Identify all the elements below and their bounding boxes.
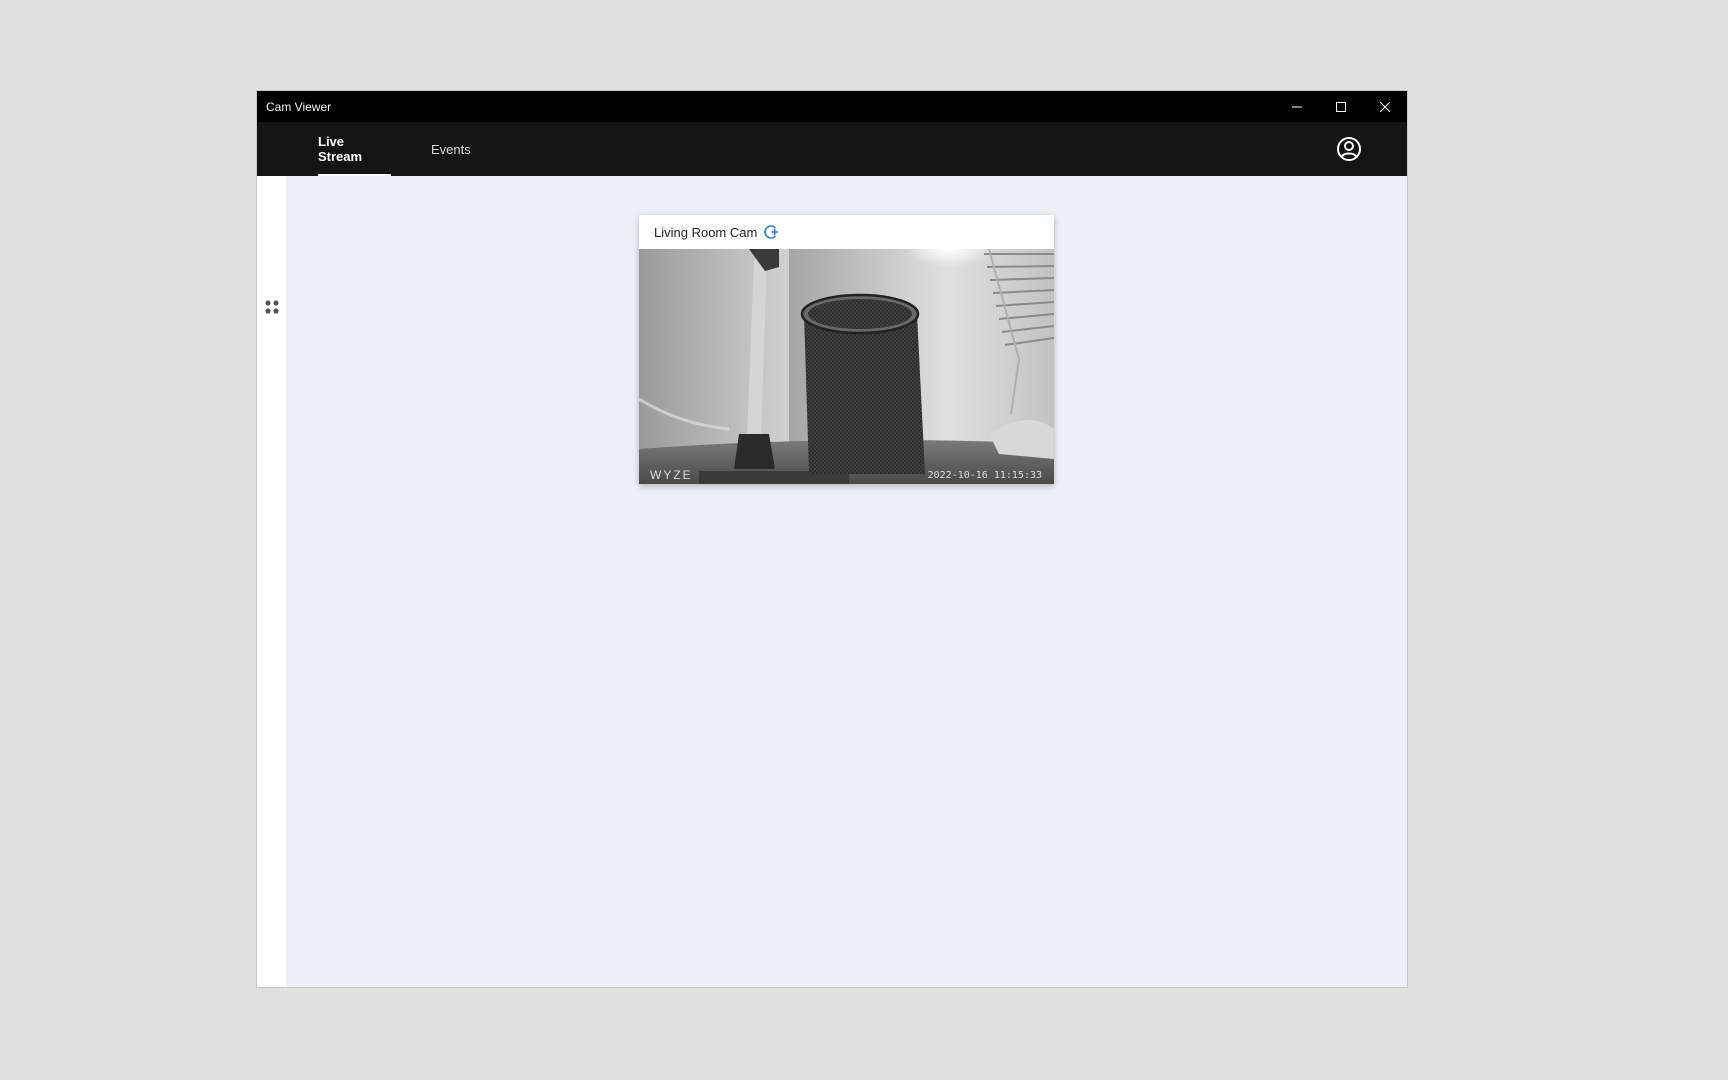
maximize-button[interactable] (1319, 91, 1363, 122)
camera-watermark: WYZE (650, 468, 693, 482)
close-icon (1380, 101, 1390, 112)
minimize-icon (1292, 106, 1302, 107)
camera-feed-image (639, 249, 1054, 484)
grid-dots-icon (265, 300, 279, 314)
camera-card-header: Living Room Cam (639, 215, 1054, 249)
window-title: Cam Viewer (266, 99, 332, 114)
title-bar[interactable]: Cam Viewer (257, 91, 1407, 122)
camera-card[interactable]: Living Room Cam WYZE 2022-10-16 11:15:33 (639, 215, 1054, 484)
tab-live-stream[interactable]: Live Stream (318, 122, 391, 176)
close-button[interactable] (1363, 91, 1407, 122)
camera-action-button[interactable] (763, 224, 779, 240)
add-circle-icon (764, 225, 779, 239)
maximize-icon (1336, 101, 1346, 112)
camera-live-feed[interactable]: WYZE 2022-10-16 11:15:33 (639, 249, 1054, 484)
window-controls (1275, 91, 1407, 122)
app-window: Cam Viewer Live Stream Events Living Roo… (257, 91, 1407, 987)
camera-timestamp: 2022-10-16 11:15:33 (927, 470, 1042, 481)
sidebar (257, 176, 286, 987)
account-button[interactable] (1336, 136, 1362, 162)
minimize-button[interactable] (1275, 91, 1319, 122)
main-nav: Live Stream Events (257, 122, 1407, 176)
tab-events[interactable]: Events (431, 122, 471, 176)
layout-toggle-button[interactable] (263, 298, 281, 316)
account-circle-icon (1337, 137, 1361, 161)
camera-name: Living Room Cam (654, 224, 758, 240)
